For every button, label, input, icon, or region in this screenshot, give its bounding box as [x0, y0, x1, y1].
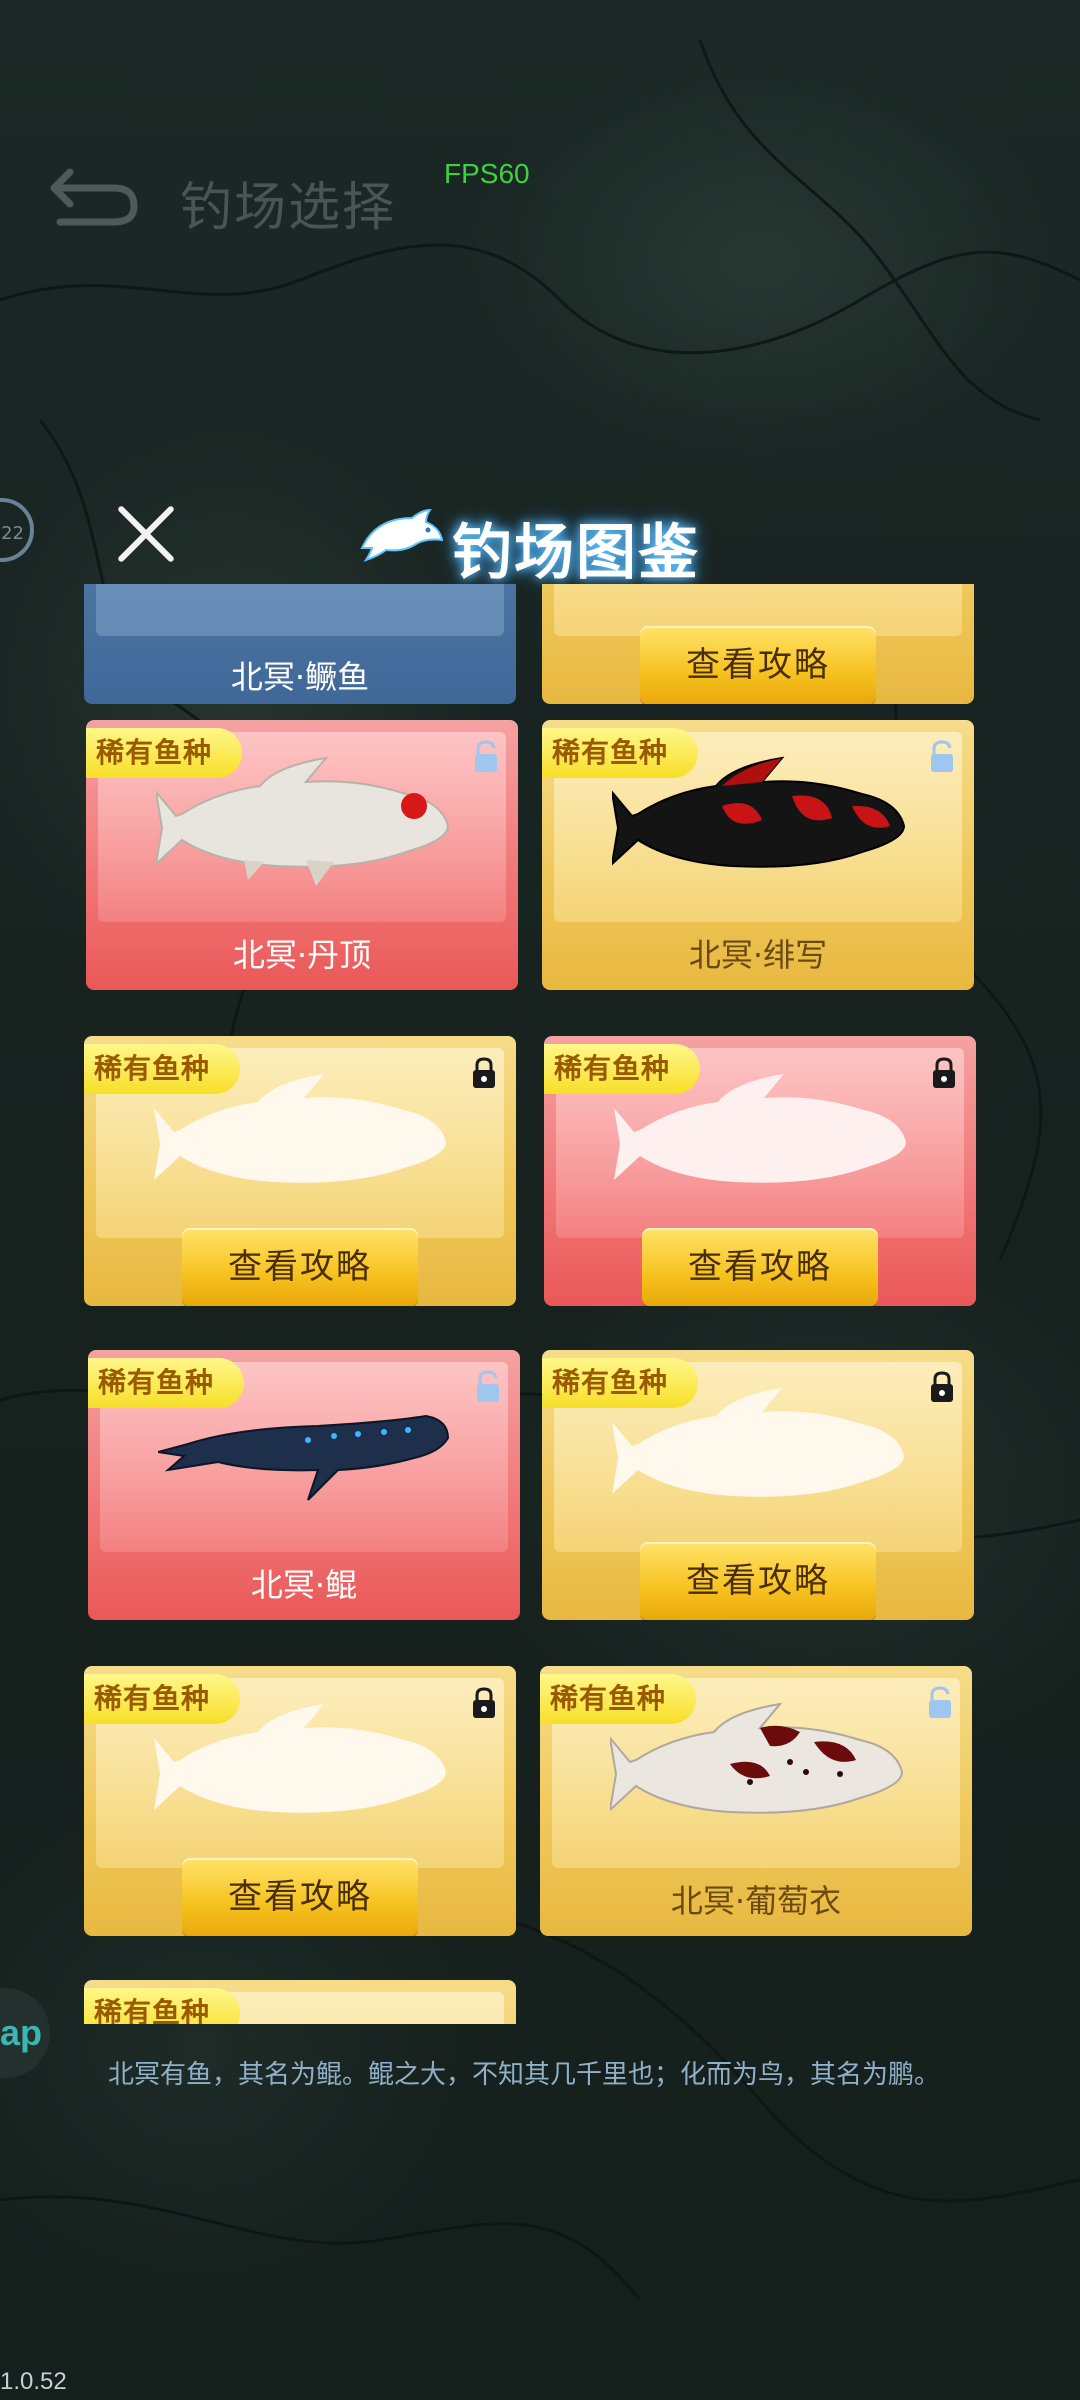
padlock-icon	[933, 1057, 955, 1088]
tancho-koi-icon	[156, 756, 450, 886]
fish-card[interactable]: 稀有鱼种 北冥·绯写	[542, 720, 974, 990]
fish-card[interactable]: 稀有鱼种 查看攻略	[84, 1666, 516, 1936]
unlocked-padlock-icon	[477, 1370, 499, 1402]
fish-silhouette-icon	[154, 1074, 446, 1183]
fish-name: 北冥·葡萄衣	[670, 1882, 842, 1920]
kun-whale-icon	[158, 1414, 450, 1501]
view-guide-button[interactable]: 查看攻略	[182, 1858, 418, 1936]
view-guide-button[interactable]: 查看攻略	[182, 1228, 418, 1306]
fish-card[interactable]: 稀有鱼种 查看攻略	[542, 1350, 974, 1620]
unlocked-padlock-icon	[931, 740, 953, 772]
fish-name: 北冥·绯写	[688, 936, 828, 974]
fish-card[interactable]: 稀有鱼种 查看攻略	[544, 1036, 976, 1306]
fish-card[interactable]: 查看攻略	[542, 584, 974, 704]
hi-utsuri-koi-icon	[612, 756, 906, 868]
fish-card[interactable]: 稀有鱼种 北冥·葡萄衣	[540, 1666, 972, 1936]
version-label: 1.0.52	[0, 2368, 67, 2395]
encyclopedia-title: 钓场图鉴	[452, 518, 700, 588]
fish-silhouette-icon	[612, 1388, 904, 1497]
rare-species-tag: 稀有鱼种	[84, 1988, 240, 2024]
dolphin-icon	[360, 508, 444, 562]
fps-counter: FPS60	[444, 158, 530, 189]
close-button[interactable]	[114, 502, 178, 566]
view-guide-button[interactable]: 查看攻略	[640, 1542, 876, 1620]
view-guide-button[interactable]: 查看攻略	[640, 626, 876, 704]
view-guide-button[interactable]: 查看攻略	[642, 1228, 878, 1306]
encyclopedia-quote: 北冥有鱼，其名为鲲。鲲之大，不知其几千里也；化而为鸟，其名为鹏。	[108, 2060, 941, 2090]
encyclopedia-header: 钓场图鉴	[356, 500, 736, 588]
page-title: 钓场选择	[180, 178, 397, 238]
fish-silhouette-icon	[614, 1074, 906, 1183]
padlock-icon	[931, 1371, 953, 1402]
fish-card[interactable]: 稀有鱼种	[84, 1980, 516, 2024]
budo-goromo-koi-icon	[610, 1702, 904, 1814]
fish-name: 北冥·鲲	[250, 1566, 358, 1604]
fish-card[interactable]: 稀有鱼种 北冥·丹顶	[86, 720, 518, 990]
fish-name: 北冥·丹顶	[232, 936, 372, 974]
fish-silhouette-icon	[154, 1704, 446, 1813]
padlock-icon	[473, 1057, 495, 1088]
side-badge[interactable]: 22	[0, 498, 34, 562]
padlock-icon	[473, 1687, 495, 1718]
unlocked-padlock-icon	[929, 1686, 951, 1718]
fish-grid-viewport[interactable]: 北冥·鳜鱼 查看攻略 稀有鱼种 北冥·丹顶 稀有鱼种 北冥·绯写 稀有鱼种 查看…	[0, 584, 1080, 2024]
fish-name: 北冥·鳜鱼	[230, 658, 370, 696]
back-arrow-icon[interactable]	[50, 160, 140, 230]
unlocked-padlock-icon	[475, 740, 497, 772]
fish-card[interactable]: 稀有鱼种 查看攻略	[84, 1036, 516, 1306]
fish-card[interactable]: 稀有鱼种 北冥·鲲	[88, 1350, 520, 1620]
fish-card[interactable]: 北冥·鳜鱼	[84, 584, 516, 704]
